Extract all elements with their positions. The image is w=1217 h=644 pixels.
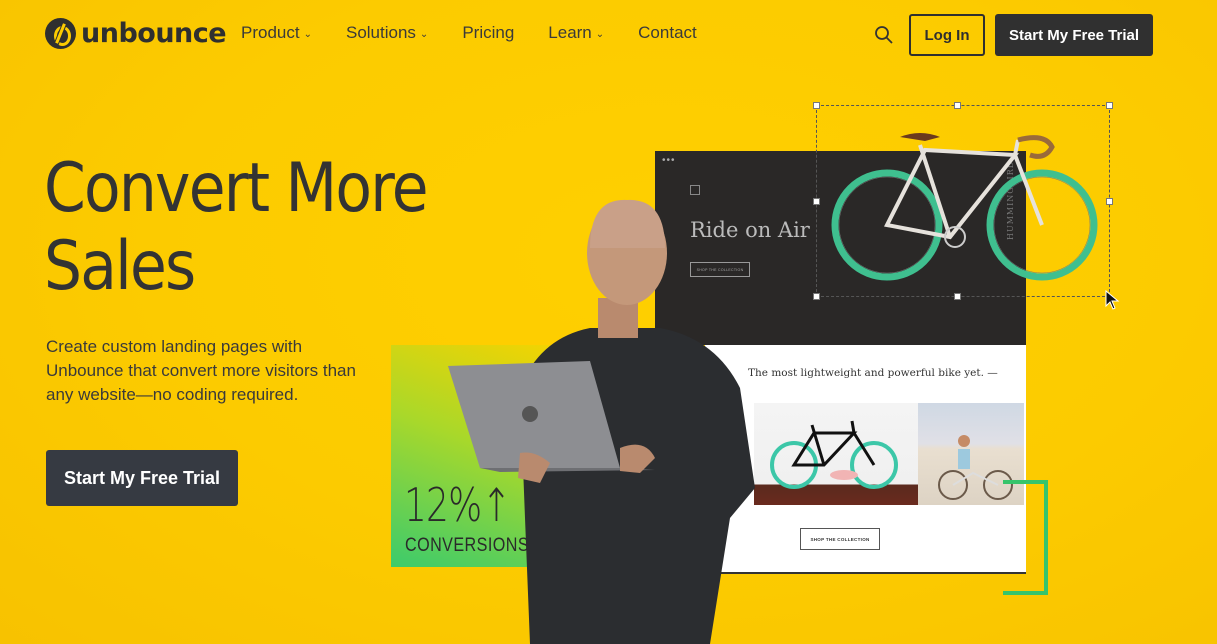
nav-free-trial-button[interactable]: Start My Free Trial bbox=[995, 14, 1153, 56]
resize-handle[interactable] bbox=[1106, 198, 1113, 205]
resize-handle[interactable] bbox=[813, 198, 820, 205]
mouse-pointer-icon bbox=[1105, 289, 1121, 315]
login-button[interactable]: Log In bbox=[909, 14, 985, 56]
menu-label: Contact bbox=[638, 23, 697, 42]
more-dots-icon: ••• bbox=[662, 155, 676, 166]
top-navigation: unbounce Product ⌄ Solutions ⌄ Pricing Lea… bbox=[0, 0, 1217, 70]
resize-handle[interactable] bbox=[1106, 102, 1113, 109]
menu-label: Solutions bbox=[345, 23, 416, 42]
resize-handle[interactable] bbox=[813, 293, 820, 300]
menu-item-contact[interactable]: Contact bbox=[638, 23, 697, 43]
menu-item-solutions[interactable]: Solutions ⌄ bbox=[346, 23, 428, 43]
headline-line-2: Sales bbox=[44, 227, 196, 306]
selection-box[interactable] bbox=[816, 105, 1110, 297]
brand-name: unbounce bbox=[81, 18, 227, 49]
mock-tagline: The most lightweight and powerful bike y… bbox=[748, 367, 998, 379]
hero-free-trial-button[interactable]: Start My Free Trial bbox=[46, 450, 238, 506]
chevron-down-icon: ⌄ bbox=[303, 29, 312, 40]
menu-label: Pricing bbox=[462, 23, 515, 42]
resize-handle[interactable] bbox=[954, 102, 961, 109]
chevron-down-icon: ⌄ bbox=[419, 29, 429, 40]
menu-item-learn[interactable]: Learn ⌄ bbox=[548, 23, 604, 43]
bike-product-image bbox=[754, 403, 918, 505]
main-menu: Product ⌄ Solutions ⌄ Pricing Learn ⌄ Conta… bbox=[241, 23, 731, 43]
hero-subtext: Create custom landing pages with Unbounc… bbox=[46, 337, 356, 404]
menu-label: Learn bbox=[548, 23, 592, 42]
resize-handle[interactable] bbox=[954, 293, 961, 300]
resize-handle[interactable] bbox=[813, 102, 820, 109]
menu-item-product[interactable]: Product ⌄ bbox=[241, 23, 312, 43]
unbounce-logo-icon bbox=[45, 18, 76, 49]
mock-shop-button-2: SHOP THE COLLECTION bbox=[800, 528, 880, 550]
headline-line-1: Convert More bbox=[44, 149, 429, 228]
chevron-down-icon: ⌄ bbox=[595, 29, 605, 40]
person-with-laptop-photo bbox=[448, 199, 755, 644]
search-icon[interactable] bbox=[874, 25, 894, 45]
menu-item-pricing[interactable]: Pricing bbox=[462, 23, 514, 43]
hero-headline: Convert More Sales bbox=[44, 149, 429, 306]
decorative-bracket bbox=[1003, 480, 1048, 595]
menu-label: Product bbox=[241, 23, 300, 42]
logo[interactable]: unbounce bbox=[45, 18, 227, 49]
